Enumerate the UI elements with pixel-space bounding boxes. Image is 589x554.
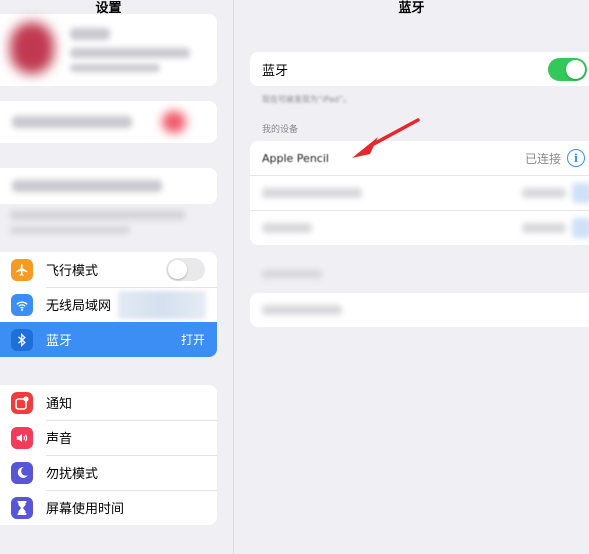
bluetooth-toggle[interactable] [548,57,587,81]
blurred-note [10,210,185,220]
bluetooth-label: 蓝牙 [262,63,289,79]
settings-row-label: 通知 [46,397,73,412]
wifi-network-blurred [118,291,206,319]
notifications-group: 通知 声音 勿扰模式 屏幕使用时间 [0,385,217,525]
badge-icon [162,111,186,133]
settings-row-do-not-disturb[interactable]: 勿扰模式 [0,455,217,490]
settings-row-wifi[interactable]: 无线局域网 [0,287,217,322]
bluetooth-detail-pane: 蓝牙 蓝牙 现在可被发现为“iPad”。 我的设备 Apple Pencil 已… [234,0,589,554]
avatar [10,22,54,74]
settings-row-label: 勿扰模式 [46,467,99,482]
settings-row-label: 蓝牙 [46,334,73,349]
device-status: 已连接 [524,151,561,166]
speaker-icon [11,426,33,449]
info-icon[interactable]: i [567,149,585,167]
settings-row-bluetooth[interactable]: 蓝牙 打开 [0,322,217,357]
settings-row-label: 声音 [46,432,73,447]
device-row-blurred[interactable] [250,210,589,245]
my-devices-header: 我的设备 [262,125,299,135]
bluetooth-icon [11,328,33,351]
settings-row-sounds[interactable]: 声音 [0,420,217,455]
bluetooth-status-value: 打开 [180,333,205,347]
discoverable-note: 现在可被发现为“iPad”。 [262,95,351,104]
blurred-row[interactable] [0,101,217,143]
settings-row-airplane[interactable]: 飞行模式 [0,252,217,287]
profile-card[interactable] [0,14,217,86]
settings-sidebar: 设置 飞行模式 无线局域网 蓝牙 打开 通知 声音 勿扰模式 屏幕使用时间 [0,0,234,554]
settings-row-label: 屏幕使用时间 [46,502,125,517]
other-devices-list [250,293,589,327]
detail-title: 蓝牙 [398,1,425,16]
device-row-blurred[interactable] [250,175,589,210]
moon-icon [11,461,33,484]
other-devices-header-blurred [262,270,322,278]
settings-row-notifications[interactable]: 通知 [0,385,217,420]
connectivity-group: 飞行模式 无线局域网 蓝牙 打开 [0,252,217,357]
bluetooth-toggle-card: 蓝牙 [250,52,589,86]
blurred-card[interactable] [0,168,217,204]
annotation-arrow-icon [352,118,420,158]
hourglass-icon [11,496,33,519]
airplane-icon [11,258,33,281]
settings-row-label: 飞行模式 [46,264,99,279]
wifi-icon [11,293,33,316]
bluetooth-toggle-row: 蓝牙 [250,52,589,86]
airplane-mode-toggle[interactable] [166,258,205,281]
settings-row-screen-time[interactable]: 屏幕使用时间 [0,490,217,525]
notification-icon [11,391,33,414]
